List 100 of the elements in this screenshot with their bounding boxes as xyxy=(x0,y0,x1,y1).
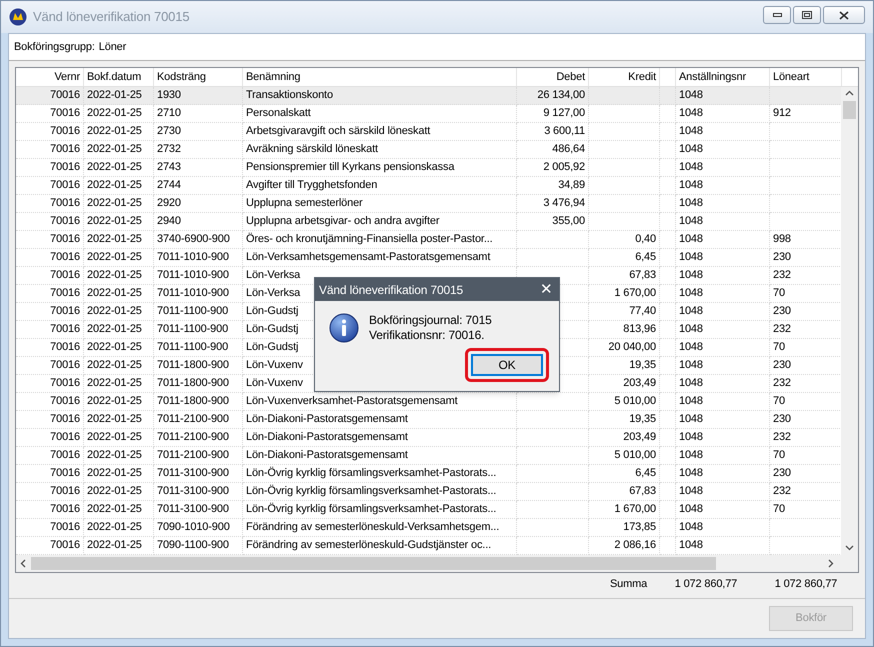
table-cell-text: 232 xyxy=(773,430,791,446)
table-row[interactable]: 70016 2022-01-25 7011-1010-900 Lön-Verksamhetsgemensamt-Pastoratsgemensamt 6,45 1048 230 xyxy=(16,249,841,267)
table-cell-text: 2022-01-25 xyxy=(87,88,142,104)
table-cell-text: 2022-01-25 xyxy=(87,340,142,356)
table-cell-text: 1048 xyxy=(679,340,703,356)
scroll-left-icon[interactable] xyxy=(20,559,26,568)
table-cell-text: 1048 xyxy=(679,232,703,248)
table-row[interactable]: 70016 2022-01-25 7011-3100-900 Lön-Övrig kyrklig församlingsverksamhet-Pastorats... 67,83 1048 232 xyxy=(16,483,841,501)
table-cell-text: 2022-01-25 xyxy=(87,232,142,248)
table-cell-text: 2022-01-25 xyxy=(87,142,142,158)
table-cell-text: Lön-Verksa xyxy=(246,268,300,284)
column-header[interactable]: Debet xyxy=(556,68,585,86)
table-cell-text: Lön-Gudstj xyxy=(246,304,298,320)
table-cell-text: 2022-01-25 xyxy=(87,466,142,482)
table-cell-text: 77,40 xyxy=(629,304,656,320)
table-row[interactable]: 70016 2022-01-25 2743 Pensionspremier till Kyrkans pensionskassa 2 005,92 1048 xyxy=(16,159,841,177)
scroll-down-icon[interactable] xyxy=(845,545,854,551)
table-row[interactable]: 70016 2022-01-25 3740-6900-900 Öres- och kronutjämning-Finansiella poster-Pastor... 0,40 1048 998 xyxy=(16,231,841,249)
table-cell-text: 230 xyxy=(773,304,791,320)
table-row[interactable]: 70016 2022-01-25 7011-2100-900 Lön-Diakoni-Pastoratsgemensamt 5 010,00 1048 70 xyxy=(16,447,841,465)
column-header[interactable]: Kodsträng xyxy=(157,68,206,86)
table-cell-text: 1048 xyxy=(679,88,703,104)
table-row[interactable]: 70016 2022-01-25 2940 Upplupna arbetsgivar- och andra avgifter 355,00 1048 xyxy=(16,213,841,231)
table-cell-text: Lön-Verksamhetsgemensamt-Pastoratsgemensamt xyxy=(246,250,490,266)
ok-button[interactable]: OK xyxy=(471,354,543,376)
table-cell-text: 70016 xyxy=(50,196,80,212)
table-cell-text: Lön-Vuxenv xyxy=(246,358,303,374)
column-header[interactable]: Anställningsnr xyxy=(679,68,746,86)
table-cell-text: 7011-1800-900 xyxy=(157,376,229,392)
table-cell-text: 2022-01-25 xyxy=(87,376,142,392)
table-row[interactable]: 70016 2022-01-25 2730 Arbetsgivaravgift och särskild löneskatt 3 600,11 1048 xyxy=(16,123,841,141)
scrollbar-thumb[interactable] xyxy=(843,101,856,119)
table-row[interactable]: 70016 2022-01-25 7011-2100-900 Lön-Diakoni-Pastoratsgemensamt 203,49 1048 232 xyxy=(16,429,841,447)
table-cell-text: 7011-3100-900 xyxy=(157,502,229,518)
close-button[interactable] xyxy=(823,6,865,24)
table-row[interactable]: 70016 2022-01-25 7090-1010-900 Förändring av semesterlöneskuld-Verksamhetsgem... 173,85 1048 xyxy=(16,519,841,537)
column-header[interactable]: Vernr xyxy=(54,68,80,86)
table-cell-text: 1048 xyxy=(679,394,703,410)
table-cell-text: 1048 xyxy=(679,178,703,194)
table-row[interactable]: 70016 2022-01-25 1930 Transaktionskonto 26 134,00 1048 xyxy=(16,87,841,105)
table-cell-text: Förändring av semesterlöneskuld-Verksamhetsgem... xyxy=(246,520,500,536)
table-row[interactable]: 70016 2022-01-25 7011-1800-900 Lön-Vuxenverksamhet-Pastoratsgemensamt 5 010,00 1048 70 xyxy=(16,393,841,411)
table-row[interactable]: 70016 2022-01-25 7011-3100-900 Lön-Övrig kyrklig församlingsverksamhet-Pastorats... 6,45 1048 230 xyxy=(16,465,841,483)
table-cell-text: 2022-01-25 xyxy=(87,124,142,140)
table-cell-text: 70016 xyxy=(50,538,80,554)
table-cell-text: 1048 xyxy=(679,358,703,374)
maximize-button[interactable] xyxy=(793,6,821,24)
scroll-up-icon[interactable] xyxy=(845,90,854,96)
table-cell-text: Pensionspremier till Kyrkans pensionskassa xyxy=(246,160,454,176)
vertical-scrollbar[interactable] xyxy=(841,87,858,555)
column-header[interactable]: Löneart xyxy=(773,68,810,86)
table-cell-text: 19,35 xyxy=(629,358,656,374)
table-cell-text: 70016 xyxy=(50,268,80,284)
horizontal-scrollbar[interactable] xyxy=(16,555,858,572)
table-cell-text: Lön-Vuxenv xyxy=(246,376,303,392)
table-cell-text: Lön-Gudstj xyxy=(246,340,298,356)
table-cell-text: 7090-1010-900 xyxy=(157,520,230,536)
dialog-close-button[interactable]: ✕ xyxy=(540,282,553,297)
scroll-right-icon[interactable] xyxy=(828,559,834,568)
table-row[interactable]: 70016 2022-01-25 7011-2100-900 Lön-Diakoni-Pastoratsgemensamt 19,35 1048 230 xyxy=(16,411,841,429)
table-cell-text: 70016 xyxy=(50,286,80,302)
table-cell-text: 2940 xyxy=(157,214,181,230)
table-cell-text: 232 xyxy=(773,376,791,392)
minimize-button[interactable] xyxy=(763,6,791,24)
table-row[interactable]: 70016 2022-01-25 7090-1100-900 Förändring av semesterlöneskuld-Gudstjänster oc... 2 086,16 1048 xyxy=(16,537,841,555)
table-cell-text: 2743 xyxy=(157,160,181,176)
table-cell-text: 2022-01-25 xyxy=(87,196,142,212)
table-cell-text: 2022-01-25 xyxy=(87,394,142,410)
table-row[interactable]: 70016 2022-01-25 2732 Avräkning särskild löneskatt 486,64 1048 xyxy=(16,141,841,159)
column-header[interactable]: Kredit xyxy=(628,68,656,86)
table-row[interactable]: 70016 2022-01-25 2744 Avgifter till Trygghetsfonden 34,89 1048 xyxy=(16,177,841,195)
table-cell-text: 7011-2100-900 xyxy=(157,430,229,446)
scrollbar-thumb[interactable] xyxy=(31,557,716,570)
table-cell-text: 7011-1100-900 xyxy=(157,304,228,320)
table-cell-text: 1048 xyxy=(679,214,703,230)
table-cell-text: 26 134,00 xyxy=(537,88,585,104)
table-cell-text: 998 xyxy=(773,232,791,248)
table-cell-text: 5 010,00 xyxy=(614,448,656,464)
app-logo-icon xyxy=(9,8,27,26)
table-cell-text: 70016 xyxy=(50,502,80,518)
table-row[interactable]: 70016 2022-01-25 7011-3100-900 Lön-Övrig kyrklig församlingsverksamhet-Pastorats... 1 670,00 1048 70 xyxy=(16,501,841,519)
table-cell-text: 70016 xyxy=(50,214,80,230)
table-cell-text: 912 xyxy=(773,106,791,122)
table-cell-text: 70016 xyxy=(50,142,80,158)
table-row[interactable]: 70016 2022-01-25 2710 Personalskatt 9 127,00 1048 912 xyxy=(16,105,841,123)
table-cell-text: 3 476,94 xyxy=(543,196,585,212)
column-header[interactable]: Benämning xyxy=(246,68,300,86)
column-header[interactable]: Bokf.datum xyxy=(87,68,142,86)
table-cell-text: 2732 xyxy=(157,142,181,158)
table-cell-text: Avgifter till Trygghetsfonden xyxy=(246,178,378,194)
table-row[interactable]: 70016 2022-01-25 2920 Upplupna semesterlöner 3 476,94 1048 xyxy=(16,195,841,213)
table-cell-text: 7090-1100-900 xyxy=(157,538,229,554)
table-cell-text: 2022-01-25 xyxy=(87,304,142,320)
table-cell-text: 2744 xyxy=(157,178,181,194)
sum-label: Summa xyxy=(610,576,648,592)
table-cell-text: 7011-1010-900 xyxy=(157,268,229,284)
table-cell-text: 7011-2100-900 xyxy=(157,448,229,464)
table-cell-text: 230 xyxy=(773,358,791,374)
table-cell-text: 173,85 xyxy=(623,520,656,536)
table-cell-text: 1048 xyxy=(679,106,703,122)
